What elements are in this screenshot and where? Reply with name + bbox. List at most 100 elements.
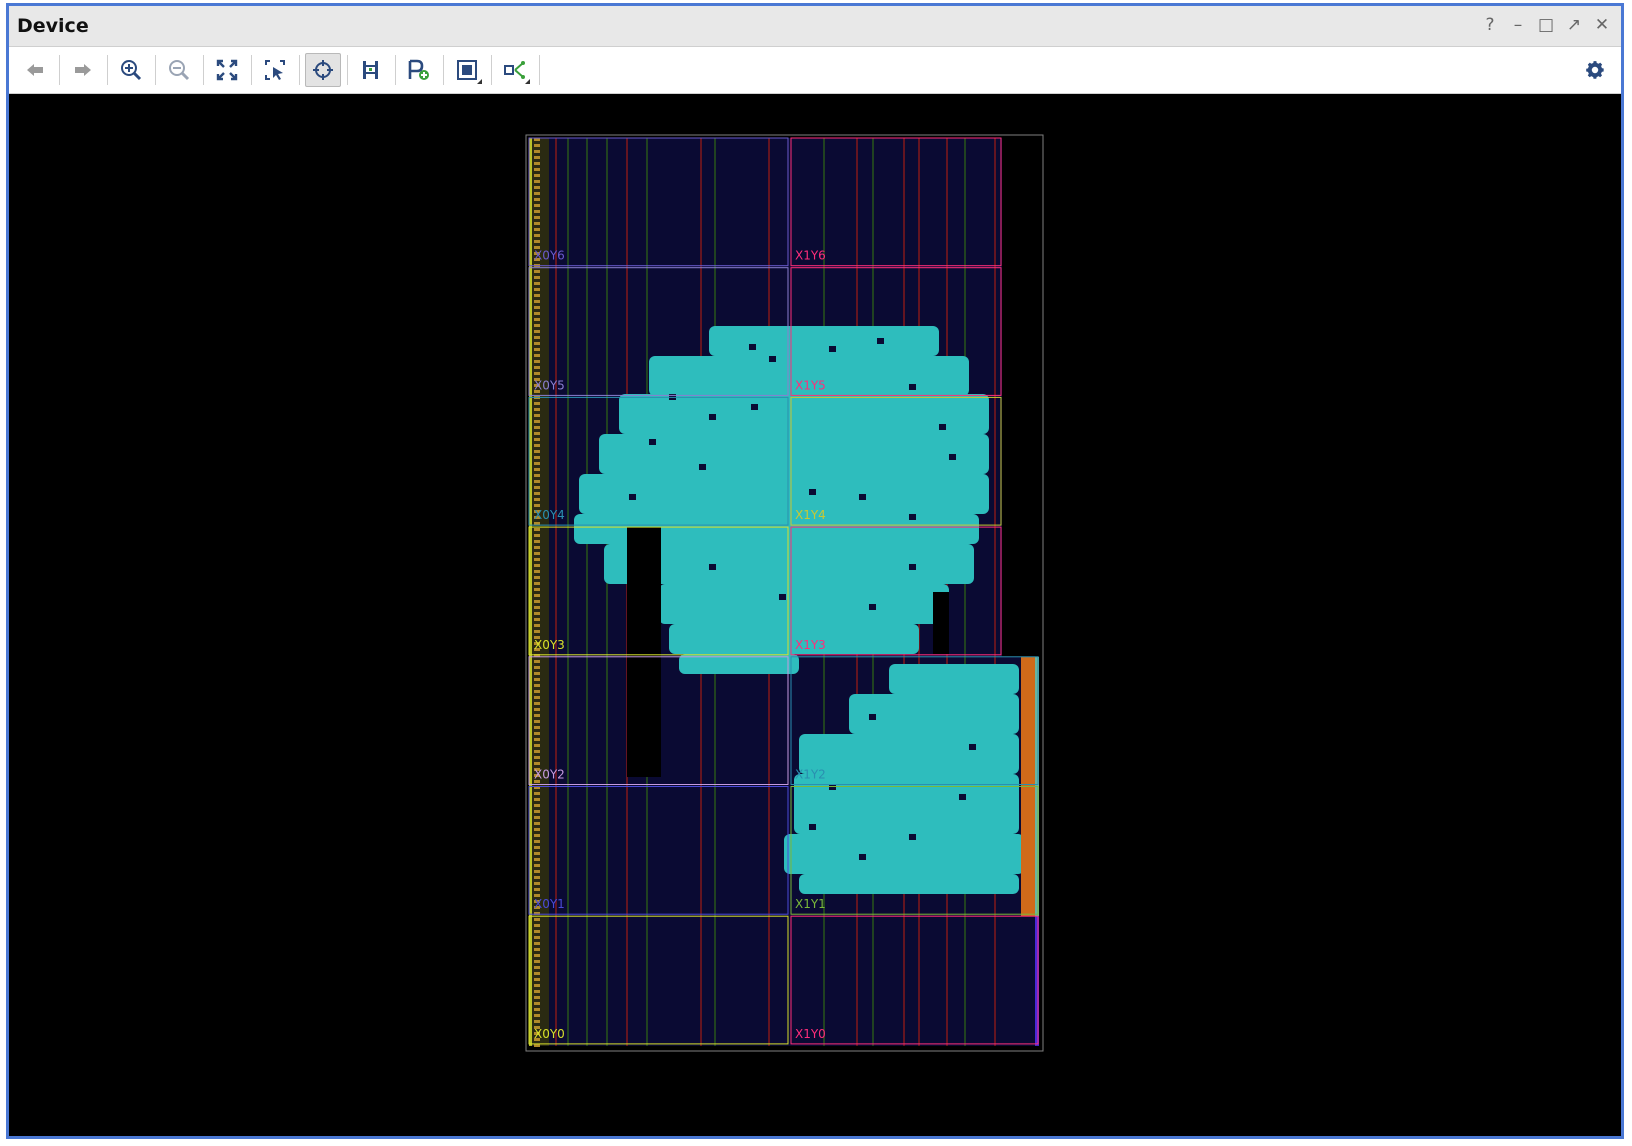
help-icon[interactable]: ? bbox=[1481, 14, 1499, 36]
io-pin bbox=[534, 402, 540, 405]
io-pin bbox=[534, 546, 540, 549]
zoom-selection-button[interactable] bbox=[257, 53, 293, 87]
io-pin bbox=[534, 732, 540, 735]
io-pin bbox=[534, 750, 540, 753]
io-pin bbox=[534, 558, 540, 561]
empty-site bbox=[709, 564, 716, 570]
pblock-add-icon bbox=[408, 59, 429, 80]
settings-button[interactable] bbox=[1577, 53, 1613, 87]
clock-region-label: X1Y1 bbox=[795, 897, 826, 911]
empty-site bbox=[869, 604, 876, 610]
io-pin bbox=[534, 1014, 540, 1017]
maximize-icon[interactable]: □ bbox=[1537, 14, 1555, 36]
empty-site bbox=[769, 356, 776, 362]
forward-button[interactable] bbox=[65, 53, 101, 87]
arrow-right-icon bbox=[75, 64, 91, 76]
clock-region-label: X0Y2 bbox=[534, 768, 565, 782]
io-pin bbox=[534, 1008, 540, 1011]
empty-site bbox=[859, 494, 866, 500]
site-view-button[interactable] bbox=[449, 53, 485, 87]
io-pin bbox=[534, 1020, 540, 1023]
io-pin bbox=[534, 186, 540, 189]
io-pin bbox=[534, 600, 540, 603]
empty-site bbox=[877, 338, 884, 344]
placed-cells bbox=[669, 624, 919, 654]
fit-icon bbox=[216, 59, 238, 81]
clock-region-label: X1Y6 bbox=[795, 249, 826, 263]
float-icon[interactable]: ↗ bbox=[1565, 14, 1583, 36]
minimize-icon[interactable]: – bbox=[1509, 14, 1527, 36]
clock-region-label: X0Y1 bbox=[534, 897, 565, 911]
close-icon[interactable]: ✕ bbox=[1593, 14, 1611, 36]
title-bar: Device ? – □ ↗ ✕ bbox=[9, 6, 1621, 47]
io-pin bbox=[534, 540, 540, 543]
create-pblock-button[interactable] bbox=[401, 53, 437, 87]
io-pin bbox=[534, 228, 540, 231]
io-pin bbox=[534, 414, 540, 417]
zoom-fit-button[interactable] bbox=[209, 53, 245, 87]
device-view[interactable]: X0Y6 X1Y6 X0Y5 X1Y5 X0Y4 X1Y4 X0Y3 X1Y3 X0Y2 X1Y2… bbox=[9, 94, 1621, 1136]
io-pin bbox=[534, 918, 540, 921]
io-pin bbox=[534, 708, 540, 711]
placed-cells bbox=[889, 664, 1019, 694]
toolbar bbox=[9, 47, 1621, 94]
placement-void bbox=[933, 592, 949, 654]
empty-site bbox=[909, 834, 916, 840]
io-pin bbox=[534, 282, 540, 285]
window-title: Device bbox=[17, 15, 89, 37]
zoom-in-icon bbox=[121, 60, 142, 81]
io-pin bbox=[534, 1044, 540, 1047]
io-pin bbox=[534, 690, 540, 693]
io-pin bbox=[534, 204, 540, 207]
io-pin bbox=[534, 756, 540, 759]
io-pin bbox=[534, 714, 540, 717]
io-pin bbox=[534, 174, 540, 177]
io-pin bbox=[534, 234, 540, 237]
placed-cells bbox=[599, 434, 989, 474]
io-pin bbox=[534, 324, 540, 327]
window-controls: ? – □ ↗ ✕ bbox=[1481, 14, 1611, 36]
connectivity-button[interactable] bbox=[497, 53, 533, 87]
empty-site bbox=[909, 564, 916, 570]
io-pin bbox=[534, 216, 540, 219]
placed-cells bbox=[794, 774, 1019, 834]
io-pin bbox=[534, 240, 540, 243]
io-pin bbox=[534, 738, 540, 741]
empty-site bbox=[649, 439, 656, 445]
io-pin bbox=[534, 924, 540, 927]
zoom-out-button[interactable] bbox=[161, 53, 197, 87]
io-pin bbox=[534, 492, 540, 495]
io-pin bbox=[534, 672, 540, 675]
show-routing-button[interactable] bbox=[353, 53, 389, 87]
device-canvas[interactable]: X0Y6 X1Y6 X0Y5 X1Y5 X0Y4 X1Y4 X0Y3 X1Y3 X0Y2 X1Y2… bbox=[9, 94, 1621, 1136]
autofit-selection-button[interactable] bbox=[305, 53, 341, 87]
zoom-area-icon bbox=[265, 60, 285, 80]
io-pin bbox=[534, 960, 540, 963]
io-pin bbox=[534, 678, 540, 681]
io-pin bbox=[534, 618, 540, 621]
io-pin bbox=[534, 834, 540, 837]
io-pin bbox=[534, 570, 540, 573]
io-pin bbox=[534, 978, 540, 981]
io-pin bbox=[534, 438, 540, 441]
io-pin bbox=[534, 936, 540, 939]
io-pin bbox=[534, 666, 540, 669]
empty-site bbox=[779, 594, 786, 600]
io-pin bbox=[534, 360, 540, 363]
io-pin bbox=[534, 606, 540, 609]
clock-region-label: X1Y3 bbox=[795, 638, 826, 652]
empty-site bbox=[809, 489, 816, 495]
back-button[interactable] bbox=[17, 53, 53, 87]
io-pin bbox=[534, 372, 540, 375]
io-pin bbox=[534, 198, 540, 201]
clock-region-label: X1Y5 bbox=[795, 378, 826, 392]
io-pin bbox=[534, 288, 540, 291]
placement-void bbox=[627, 527, 661, 777]
io-pin bbox=[534, 990, 540, 993]
io-pin bbox=[534, 564, 540, 567]
io-pin bbox=[534, 474, 540, 477]
zoom-in-button[interactable] bbox=[113, 53, 149, 87]
io-pin bbox=[534, 336, 540, 339]
placed-cells bbox=[709, 326, 939, 356]
io-pin bbox=[534, 588, 540, 591]
